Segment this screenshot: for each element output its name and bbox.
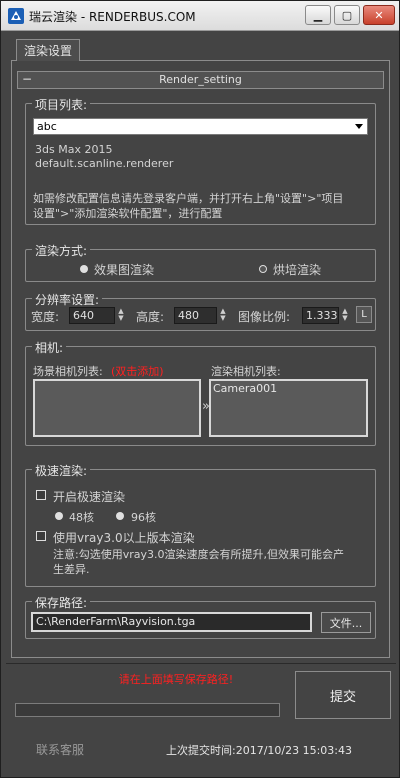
config-hint-line2: 设置">"添加渲染软件配置"，进行配置 [33,207,223,220]
project-dropdown-value: abc [37,120,57,133]
renderbus-logo-icon [8,8,24,24]
bake-render-label: 烘培渲染 [273,263,322,277]
tab-render-settings[interactable]: 渲染设置 [16,39,80,61]
ratio-stepper[interactable]: 1.333 ▲ ▼ [302,307,348,324]
collapse-icon[interactable]: − [22,72,32,86]
lock-ratio-button[interactable]: L [356,306,372,323]
close-button[interactable]: ✕ [363,5,395,25]
scene-camera-label: 场景相机列表: [33,365,103,378]
width-value: 640 [73,309,94,322]
fast-render-legend: 极速渲染: [32,462,91,479]
list-item[interactable]: Camera001 [213,382,277,395]
render-camera-list[interactable]: Camera001 [209,379,368,437]
radio-bake-render[interactable] [259,265,267,273]
chevron-down-icon [355,124,363,129]
renderer-label: default.scanline.renderer [35,157,174,170]
browse-file-button[interactable]: 文件... [321,612,371,633]
camera-legend: 相机: [32,339,67,356]
stepper-arrows-icon[interactable]: ▲ ▼ [116,308,126,323]
rollout-header[interactable]: Render_setting − [17,71,384,89]
close-icon: ✕ [374,8,384,22]
progress-bar [15,703,280,717]
radio-96-cores[interactable] [116,512,124,520]
vray-checkbox[interactable] [36,531,46,541]
width-label: 宽度: [31,310,60,324]
minimize-button[interactable]: ▁ [305,5,331,25]
width-stepper[interactable]: 640 ▲ ▼ [69,307,124,324]
vray-note-line2: 生差异. [53,563,90,576]
height-label: 高度: [136,310,165,324]
project-dropdown[interactable]: abc [33,118,368,135]
rollout-title: Render_setting [159,73,242,86]
render-camera-label: 渲染相机列表: [211,365,281,378]
ratio-label: 图像比例: [238,310,291,324]
window-title: 瑞云渲染 - RENDERBUS.COM [29,10,196,24]
software-label: 3ds Max 2015 [35,143,113,156]
scene-camera-hint: (双击添加) [111,365,164,378]
submit-button[interactable]: 提交 [295,671,391,719]
contact-support-link[interactable]: 联系客服 [36,741,84,758]
project-legend: 项目列表: [32,96,91,113]
height-stepper[interactable]: 480 ▲ ▼ [174,307,226,324]
minimize-icon: ▁ [313,8,323,22]
resolution-legend: 分辨率设置: [32,291,103,308]
vray-note-line1: 注意:勾选使用vray3.0渲染速度会有所提升,但效果可能会产 [53,548,344,561]
ratio-value: 1.333 [306,309,338,322]
vray-label: 使用vray3.0以上版本渲染 [53,531,195,545]
divider [6,663,396,664]
scene-camera-list[interactable] [33,379,201,437]
cores-96-label: 96核 [131,511,156,524]
render-mode-legend: 渲染方式: [32,242,91,259]
save-path-legend: 保存路径: [32,594,91,611]
stepper-arrows-icon[interactable]: ▲ ▼ [340,308,350,323]
fast-render-label: 开启极速渲染 [53,490,126,504]
fast-render-checkbox[interactable] [36,490,46,500]
last-submit-time: 上次提交时间:2017/10/23 15:03:43 [166,744,353,757]
height-value: 480 [178,309,199,322]
app-window: 瑞云渲染 - RENDERBUS.COM ▁ ▢ ✕ 渲染设置 Render_s… [0,0,400,778]
radio-effect-render[interactable] [80,265,88,273]
maximize-button[interactable]: ▢ [334,5,360,25]
status-message: 请在上面填写保存路径! [118,673,234,686]
radio-48-cores[interactable] [55,512,63,520]
stepper-arrows-icon[interactable]: ▲ ▼ [218,308,228,323]
title-bar[interactable]: 瑞云渲染 - RENDERBUS.COM ▁ ▢ ✕ [1,1,399,31]
effect-render-label: 效果图渲染 [94,263,155,277]
render-mode-group: 渲染方式: [25,242,376,282]
cores-48-label: 48核 [69,511,94,524]
save-path-input[interactable]: C:\RenderFarm\Rayvision.tga [31,612,312,632]
config-hint-line1: 如需修改配置信息请先登录客户端，并打开右上角"设置">"项目 [33,192,344,205]
maximize-icon: ▢ [341,8,353,22]
